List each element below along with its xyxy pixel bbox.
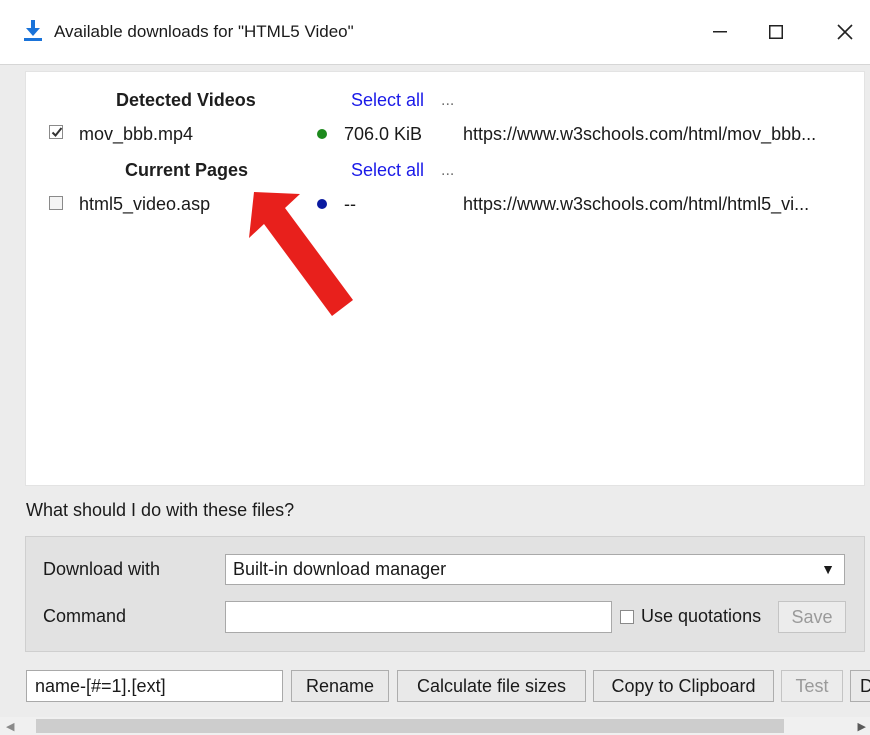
options-panel: Download with Built-in download manager … — [25, 536, 865, 652]
red-pointer-arrow-icon — [249, 192, 353, 316]
maximize-button[interactable] — [746, 0, 806, 64]
horizontal-scrollbar[interactable]: ◀ ▶ — [0, 717, 870, 735]
use-quotations-checkbox[interactable] — [620, 610, 634, 624]
use-quotations-label: Use quotations — [641, 606, 762, 626]
calculate-file-sizes-button[interactable]: Calculate file sizes — [397, 670, 586, 702]
download-with-label: Download with — [43, 559, 161, 579]
close-button[interactable] — [815, 0, 870, 64]
scroll-right-arrow-icon[interactable]: ▶ — [858, 720, 866, 733]
test-button[interactable]: Test — [781, 670, 843, 702]
title-bar: Available downloads for "HTML5 Video" — [0, 0, 870, 65]
dropdown-arrow-icon: ▼ — [821, 561, 835, 577]
scroll-left-arrow-icon[interactable]: ◀ — [6, 720, 14, 733]
download-with-value: Built-in download manager — [233, 559, 447, 579]
command-input[interactable] — [225, 601, 612, 633]
copy-to-clipboard-button[interactable]: Copy to Clipboard — [593, 670, 774, 702]
scrollbar-thumb[interactable] — [36, 719, 784, 733]
window-title: Available downloads for "HTML5 Video" — [54, 22, 354, 41]
command-label: Command — [43, 606, 127, 626]
maximize-icon — [769, 25, 783, 39]
minimize-icon — [713, 31, 727, 33]
rename-button[interactable]: Rename — [291, 670, 389, 702]
close-icon — [837, 24, 853, 40]
downloads-list: Detected Videos Select all ... mov_bbb.m… — [25, 71, 865, 486]
download-arrow-icon — [22, 18, 44, 42]
question-text: What should I do with these files? — [26, 500, 295, 520]
download-with-select[interactable]: Built-in download manager ▼ — [225, 554, 845, 585]
minimize-button[interactable] — [690, 0, 750, 64]
cut-off-button[interactable]: D — [850, 670, 870, 702]
rename-pattern-input[interactable]: name-[#=1].[ext] — [26, 670, 283, 702]
save-button[interactable]: Save — [778, 601, 846, 633]
